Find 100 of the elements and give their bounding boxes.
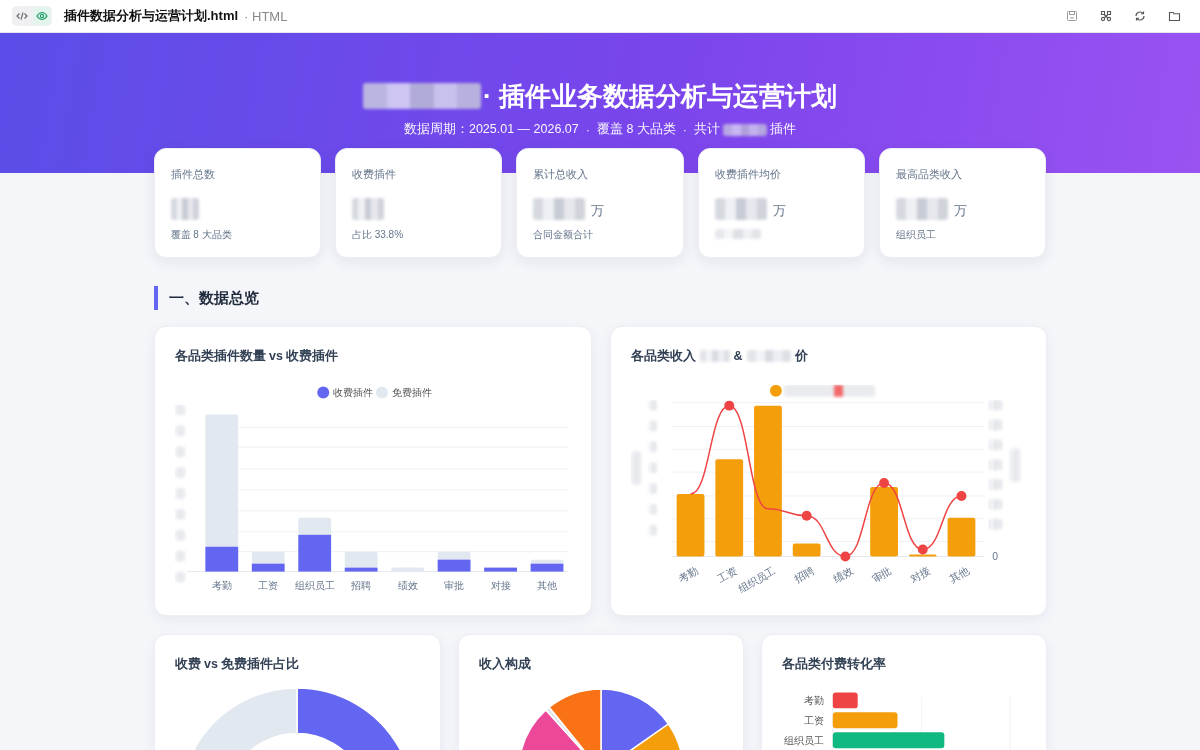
stat-note: 覆盖 8 大品类 (170, 229, 232, 240)
data-point (917, 544, 928, 555)
stat-note: 占比 33.8% (351, 229, 404, 240)
axis-label: 组织员工 (294, 580, 335, 592)
redacted-blur (174, 529, 185, 541)
redacted-blur (699, 350, 730, 362)
file-type: · HTML (244, 8, 288, 24)
stat-note: 合同金额合计 (533, 229, 594, 240)
redacted-blur (648, 441, 657, 453)
axis-label: 招聘 (350, 580, 371, 592)
redacted-blur (714, 198, 767, 220)
chart-bar (947, 517, 975, 557)
axis-label: 考勤 (803, 695, 824, 707)
data-point (723, 400, 734, 411)
axis-label: 组织员工 (783, 735, 824, 747)
redacted-blur (987, 419, 1002, 431)
axis-label: 其他 (947, 565, 970, 586)
axis-label: 组织员工 (736, 565, 777, 596)
redacted-blur (174, 467, 185, 479)
redacted-blur (987, 399, 1002, 411)
folder-icon (1167, 10, 1181, 22)
legend-item[interactable]: 收费插件 (316, 386, 373, 399)
data-point (878, 478, 889, 488)
axis-label: 绩效 (397, 580, 418, 592)
save-icon (1066, 10, 1078, 22)
code-icon (16, 10, 28, 22)
subtitle-text: · (585, 122, 590, 137)
redacted-blur (648, 483, 657, 494)
redacted-blur (987, 518, 1002, 530)
subtitle-text: 数据周期：2025.01 — 2026.07 (403, 121, 579, 138)
eye-icon (36, 10, 48, 22)
chart-title: 价 (794, 347, 808, 365)
page-title: · 插件业务数据分析与运营计划 (483, 81, 837, 111)
stat-label: 累计总收入 (533, 167, 590, 182)
axis-label: 工资 (803, 715, 824, 727)
legend-dot (769, 384, 782, 397)
axis-label: 其他 (536, 580, 557, 592)
axis-label: 审批 (869, 565, 893, 586)
redacted-blur (648, 503, 657, 515)
axis-label: 工资 (257, 580, 278, 592)
redacted-blur (746, 350, 791, 362)
stat-label: 插件总数 (170, 167, 216, 182)
redacted-blur (174, 488, 185, 499)
redacted-blur (987, 498, 1002, 510)
chart-title: 各品类收入 (630, 347, 696, 365)
axis-label: 考勤 (211, 580, 232, 592)
chart-bar (869, 487, 898, 557)
axis-label: 对接 (490, 580, 511, 592)
file-name: 插件数据分析与运营计划.html (64, 7, 239, 25)
redacted-blur (174, 508, 185, 520)
redacted-blur (896, 198, 949, 220)
stat-label: 最高品类收入 (896, 167, 964, 182)
subtitle-text: 覆盖 8 大品类 (596, 121, 676, 138)
redacted-blur (1009, 447, 1020, 482)
chart-bar (483, 567, 517, 572)
data-point (839, 551, 850, 562)
axis-label: 工资 (714, 565, 738, 586)
redacted-blur (648, 399, 657, 411)
data-point (801, 510, 812, 521)
axis-label: 考勤 (676, 565, 699, 586)
stat-unit: 万 (772, 202, 786, 220)
stat-label: 收费插件 (351, 167, 397, 182)
legend-item[interactable]: 免费插件 (375, 386, 432, 399)
chart-bar (908, 554, 937, 557)
chart-bar (832, 712, 898, 729)
axis-label: 审批 (443, 580, 464, 592)
view-tab[interactable] (33, 7, 51, 25)
stat-unit: 万 (591, 202, 605, 220)
chart-title: 收入构成 (478, 655, 531, 673)
axis-label: 对接 (908, 565, 932, 586)
stat-label: 收费插件均价 (714, 167, 782, 182)
chart-title: 各品类付费转化率 (781, 655, 886, 673)
redacted-blur (174, 446, 185, 458)
subtitle-text: · (682, 122, 688, 137)
chart-bar (832, 692, 858, 709)
subtitle-text: 插件 (770, 121, 797, 138)
stat-note: 组织员工 (896, 229, 937, 240)
redacted-blur (351, 198, 384, 220)
redacted-blur (174, 571, 185, 583)
subtitle-text: 共计 (694, 121, 721, 138)
legend-label: 免费插件 (391, 387, 432, 399)
legend-label: 收费插件 (332, 387, 373, 399)
axis-label: 绩效 (831, 565, 854, 586)
redacted-blur (174, 425, 185, 437)
redacted-blur (174, 404, 185, 416)
data-point (956, 491, 966, 501)
redacted-blur (987, 459, 1002, 471)
redacted-blur (987, 439, 1002, 451)
chart-title: 收费 vs 免费插件占比 (174, 655, 300, 673)
axis-label: 0 (991, 551, 998, 563)
refresh-icon (1134, 10, 1146, 22)
redacted-blur (987, 479, 1002, 490)
chart-title: 各品类插件数量 vs 收费插件 (174, 347, 339, 365)
stat-unit: 万 (954, 202, 968, 220)
redacted-blur (533, 198, 586, 220)
redacted-blur (170, 198, 199, 220)
chart-bar (792, 543, 821, 557)
section-title: 一、数据总览 (168, 288, 259, 308)
redacted-blur (714, 229, 761, 240)
redacted-blur (174, 550, 185, 562)
